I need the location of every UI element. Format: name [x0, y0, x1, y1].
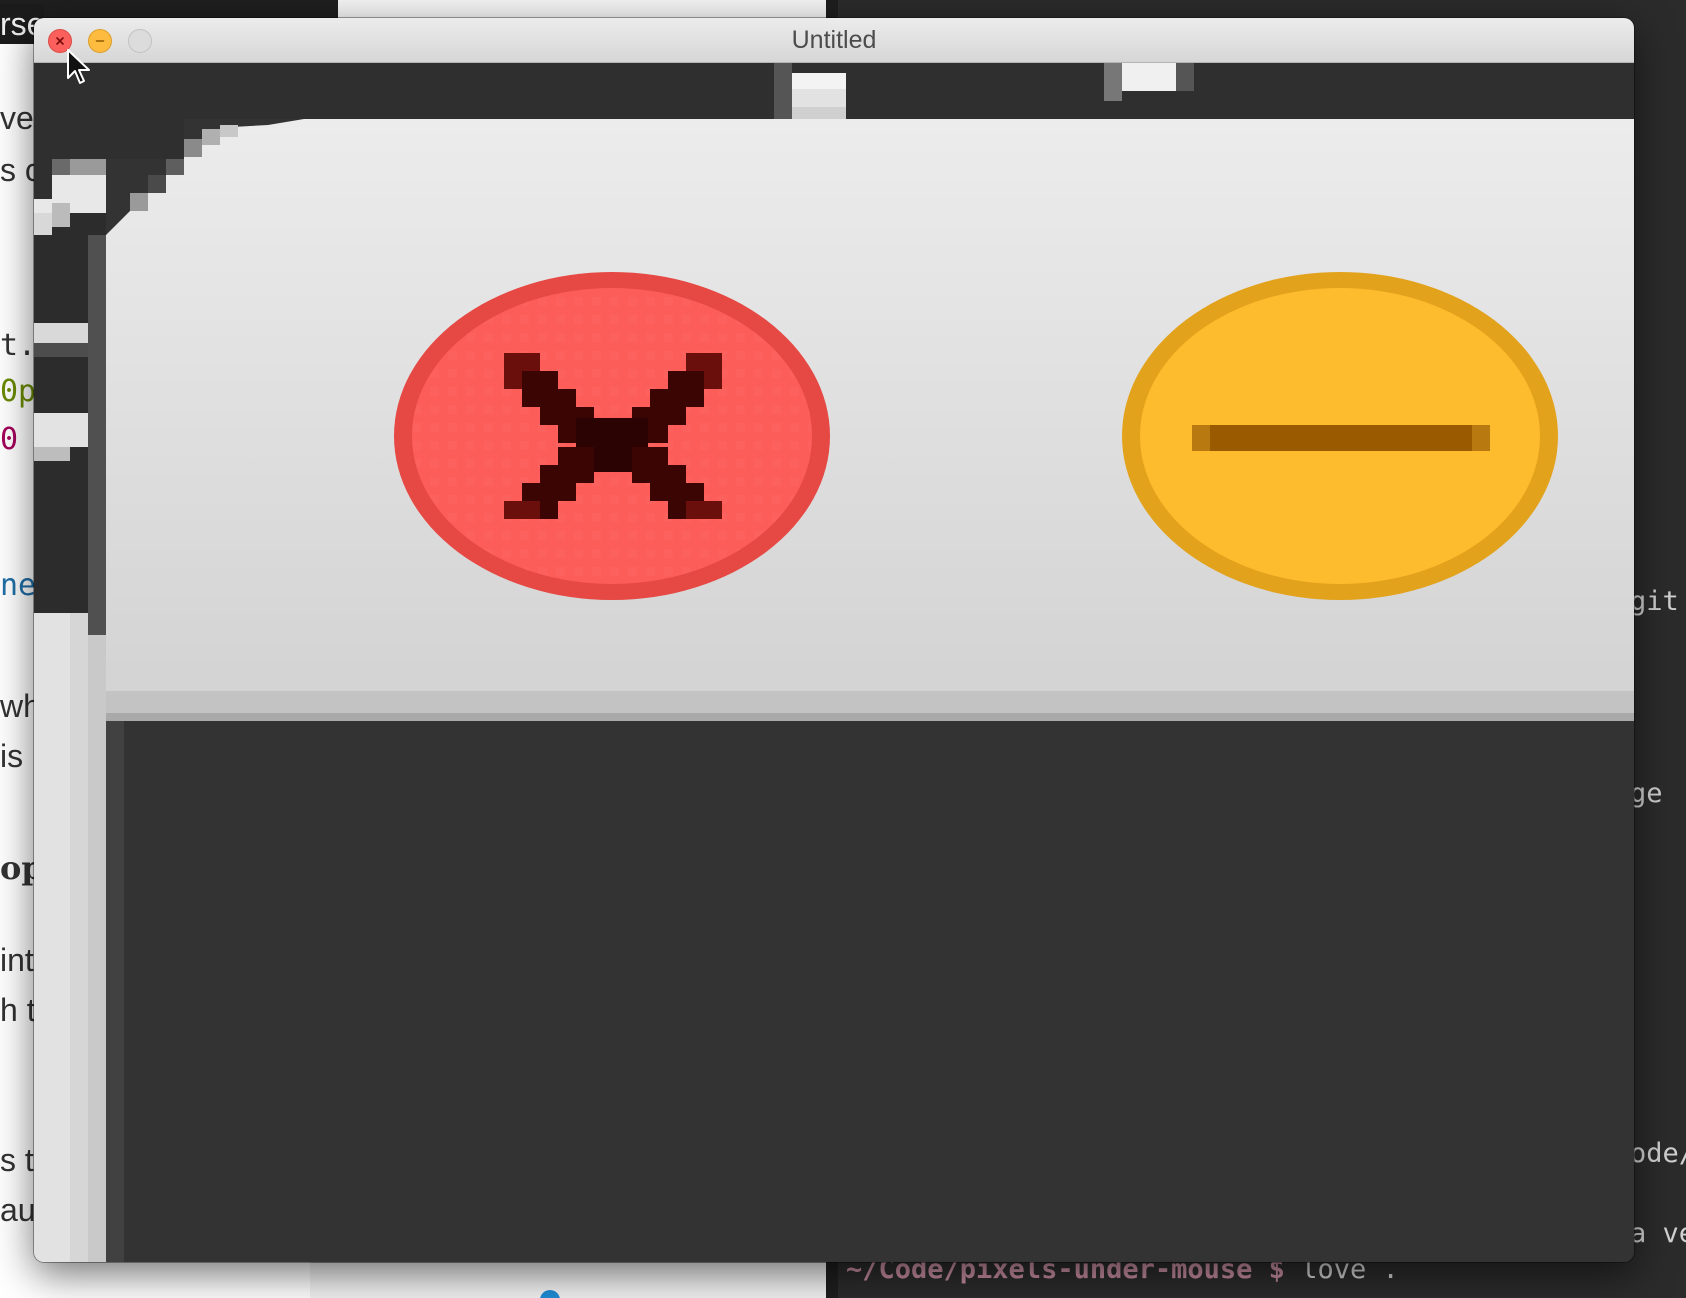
- terminal-fragment: ge: [1630, 778, 1663, 809]
- magnified-close-button: [394, 272, 830, 600]
- terminal-fragment: git: [1630, 586, 1679, 617]
- magnified-canvas[interactable]: [34, 63, 1634, 1262]
- background-doc-fragment: ne: [0, 568, 37, 603]
- app-window: Untitled: [34, 18, 1634, 1262]
- background-doc-fragment: int: [0, 942, 34, 978]
- background-doc-fragment: 0: [0, 422, 19, 457]
- close-icon: [56, 37, 64, 45]
- magnified-dark-strip: [34, 63, 1634, 119]
- minimize-icon: [95, 40, 105, 42]
- background-doc-fragment: h t: [0, 992, 36, 1028]
- background-doc-header: [0, 0, 338, 18]
- background-doc-header-strip: [338, 0, 826, 18]
- background-doc-fragment: 0p: [0, 374, 37, 409]
- background-doc-fragment: is: [0, 738, 24, 774]
- magnified-pixels-view: [34, 63, 1634, 1262]
- terminal-fragment: a ve: [1630, 1218, 1686, 1249]
- magnified-minimize-icon: [1192, 425, 1490, 451]
- terminal-fragment: ode/: [1630, 1138, 1686, 1169]
- magnified-minimize-button: [1122, 272, 1558, 600]
- window-title: Untitled: [791, 26, 877, 54]
- background-doc-fragment: t.: [0, 328, 37, 363]
- zoom-button[interactable]: [128, 29, 152, 53]
- background-doc-footer: [310, 1262, 826, 1298]
- title-bar[interactable]: Untitled: [34, 18, 1634, 63]
- mouse-pointer-icon: [67, 49, 90, 84]
